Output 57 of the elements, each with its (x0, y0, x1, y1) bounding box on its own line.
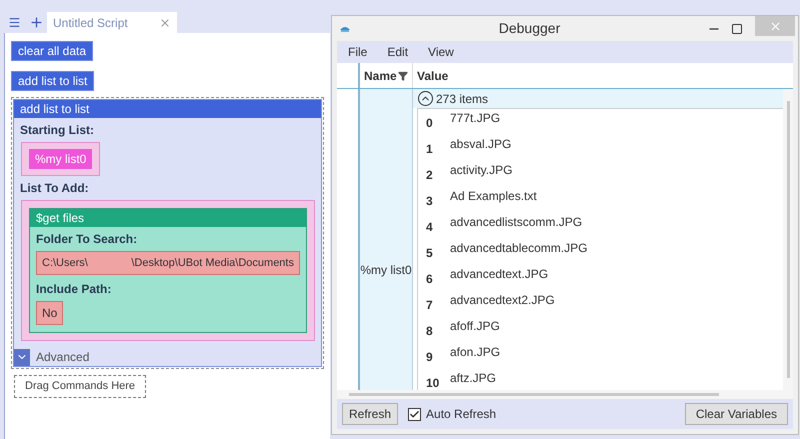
item-value: advancedtablecomm.JPG (450, 240, 588, 258)
item-index: 0 (425, 115, 434, 132)
checkbox-label: Auto Refresh (426, 406, 496, 423)
item-index: 8 (425, 323, 434, 340)
item-value: 777t.JPG (450, 110, 500, 128)
parameter-label: Include Path: (36, 281, 112, 297)
item-value: activity.JPG (450, 162, 512, 180)
column-header[interactable]: Value (413, 63, 783, 88)
item-value: afoff.JPG (450, 318, 500, 336)
advanced-toggle[interactable] (14, 348, 30, 366)
parameter-label: Folder To Search: (36, 231, 138, 247)
item-index: 7 (425, 297, 434, 314)
vertical-scrollbar[interactable] (783, 89, 793, 390)
item-value: advancedtext.JPG (450, 266, 548, 284)
horizontal-scrollbar[interactable] (337, 390, 793, 399)
item-index: 9 (425, 349, 434, 366)
checkbox[interactable] (408, 408, 422, 420)
item-value: afon.JPG (450, 344, 500, 362)
item-value: advancedlistscomm.JPG (450, 214, 582, 232)
menu-item[interactable]: View (428, 43, 454, 61)
item-count: 273 items (436, 90, 488, 108)
item-value: advancedtext2.JPG (450, 292, 555, 310)
input-field[interactable]: C:\Users\ \Desktop\UBot Media\Documents (36, 251, 300, 275)
menu-item[interactable]: Edit (387, 43, 408, 61)
command-button[interactable]: add list to list (11, 71, 94, 91)
close-icon (768, 20, 782, 32)
item-value: absval.JPG (450, 136, 512, 154)
collapse-button[interactable] (418, 91, 433, 106)
item-index: 5 (425, 245, 434, 262)
item-value: aftz.JPG (450, 370, 496, 388)
plus-icon (28, 15, 44, 30)
drop-zone[interactable]: Drag Commands Here (14, 375, 146, 398)
menu-item[interactable]: File (348, 43, 368, 61)
item-index: 6 (425, 271, 434, 288)
item-value: Ad Examples.txt (450, 188, 537, 206)
command-button[interactable]: clear all data (11, 41, 94, 61)
item-index: 4 (425, 219, 434, 236)
item-index: 2 (425, 167, 434, 184)
item-index: 10 (425, 375, 440, 390)
menu-icon (8, 16, 21, 29)
advanced-label: Advanced (36, 349, 90, 366)
block-title: $get files (30, 209, 306, 227)
block-title: add list to list (14, 100, 321, 118)
parameter-label: List To Add: (20, 180, 90, 196)
window-title: Debugger (498, 19, 562, 38)
clear-variables-button[interactable]: Clear Variables (684, 403, 788, 425)
close-icon[interactable] (159, 16, 171, 28)
parameter-label: Starting List: (20, 122, 95, 138)
filter-icon[interactable] (398, 70, 408, 80)
input-field[interactable]: No (36, 301, 64, 325)
refresh-button[interactable]: Refresh (342, 403, 398, 425)
maximize-icon[interactable] (731, 22, 743, 34)
table-cell: %my list0 (360, 89, 413, 390)
item-index: 1 (425, 141, 434, 158)
check-icon (409, 408, 420, 420)
column-header[interactable]: Name (360, 63, 413, 88)
item-index: 3 (425, 193, 434, 210)
